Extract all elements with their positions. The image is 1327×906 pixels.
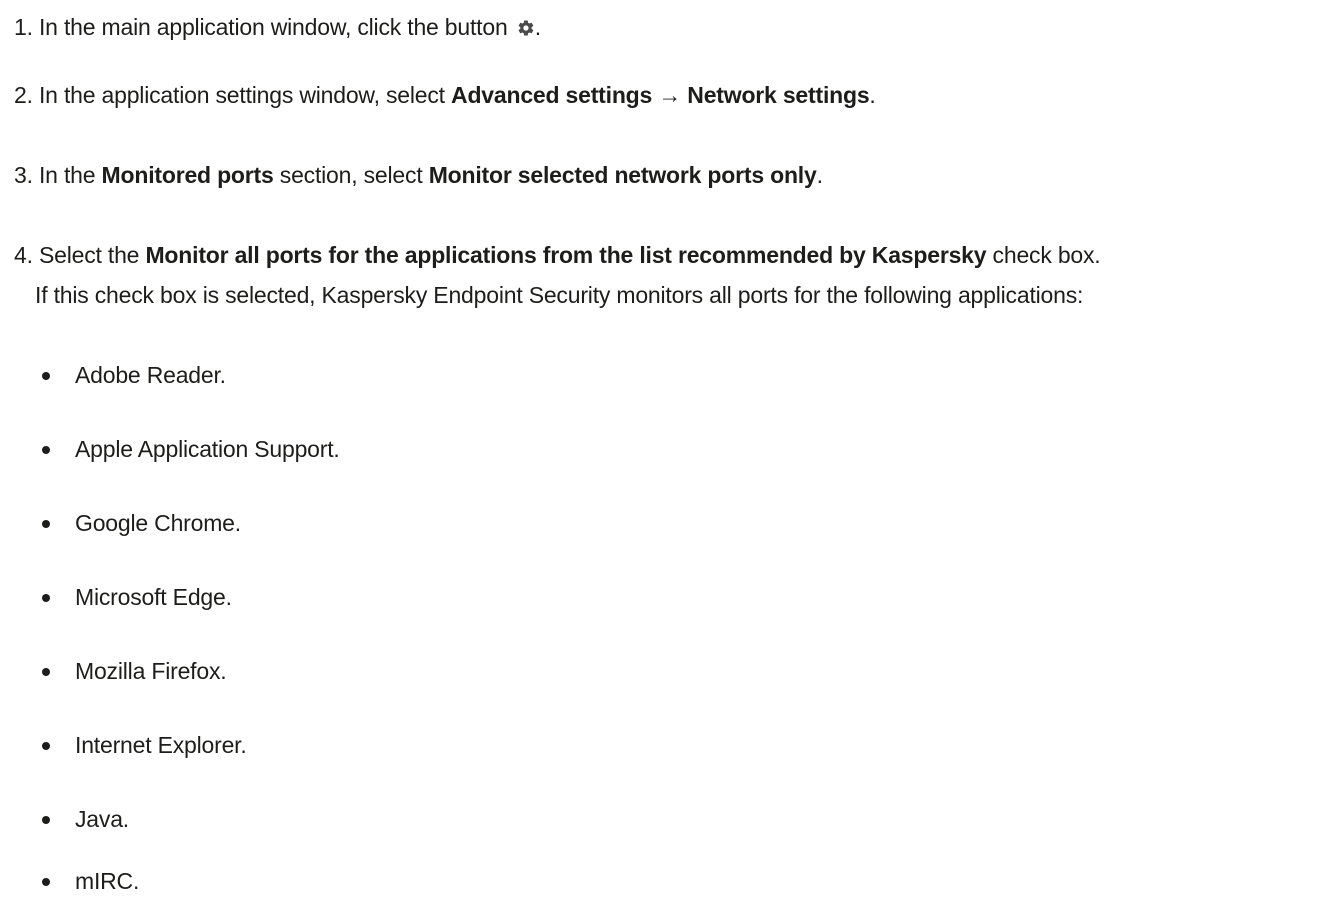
bullet-icon bbox=[42, 742, 50, 750]
step-number: 4. bbox=[14, 242, 33, 268]
gear-icon bbox=[518, 20, 534, 36]
list-item-label: Mozilla Firefox. bbox=[75, 658, 227, 684]
bullet-icon bbox=[42, 372, 50, 380]
bullet-icon bbox=[42, 816, 50, 824]
step-4: 4. Select the Monitor all ports for the … bbox=[14, 240, 1101, 270]
list-item-label: Adobe Reader. bbox=[75, 362, 226, 388]
menu-path: Advanced settings → Network settings bbox=[451, 82, 870, 108]
list-item-label: Apple Application Support. bbox=[75, 436, 340, 462]
step-text-end: . bbox=[816, 162, 823, 188]
step-text: In the main application window, click th… bbox=[32, 14, 514, 40]
list-item-label: Microsoft Edge. bbox=[75, 584, 232, 610]
step-2: 2. In the application settings window, s… bbox=[14, 80, 876, 110]
step-3: 3. In the Monitored ports section, selec… bbox=[14, 160, 823, 190]
step-text-mid: section, select bbox=[273, 162, 429, 188]
step-number: 1. bbox=[14, 14, 33, 40]
step-text: In the application settings window, sele… bbox=[32, 82, 452, 108]
list-item-label: mIRC. bbox=[75, 868, 140, 894]
bullet-icon bbox=[42, 520, 50, 528]
step-4-note: If this check box is selected, Kaspersky… bbox=[35, 282, 1084, 308]
bullet-icon bbox=[42, 878, 50, 886]
option-name: Monitor selected network ports only bbox=[428, 162, 817, 188]
list-item-label: Java. bbox=[75, 806, 129, 832]
checkbox-name: Monitor all ports for the applications f… bbox=[145, 242, 987, 268]
bullet-icon bbox=[42, 446, 50, 454]
list-item-label: Google Chrome. bbox=[75, 510, 241, 536]
bullet-icon bbox=[42, 594, 50, 602]
step-text-end: . bbox=[869, 82, 876, 108]
step-number: 3. bbox=[14, 162, 33, 188]
step-text: Select the bbox=[32, 242, 146, 268]
step-text-end: . bbox=[534, 14, 541, 40]
step-number: 2. bbox=[14, 82, 33, 108]
step-text-end: check box. bbox=[986, 242, 1101, 268]
step-text: In the bbox=[32, 162, 102, 188]
list-item-label: Internet Explorer. bbox=[75, 732, 247, 758]
step-1: 1. In the main application window, click… bbox=[14, 12, 541, 42]
section-name: Monitored ports bbox=[101, 162, 274, 188]
bullet-icon bbox=[42, 668, 50, 676]
